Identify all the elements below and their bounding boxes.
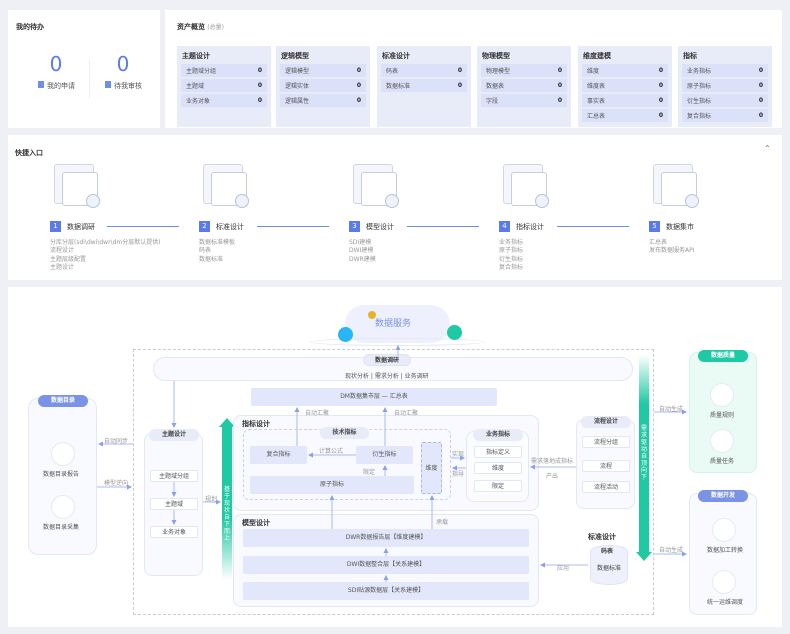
connector-arrows (97, 345, 687, 582)
